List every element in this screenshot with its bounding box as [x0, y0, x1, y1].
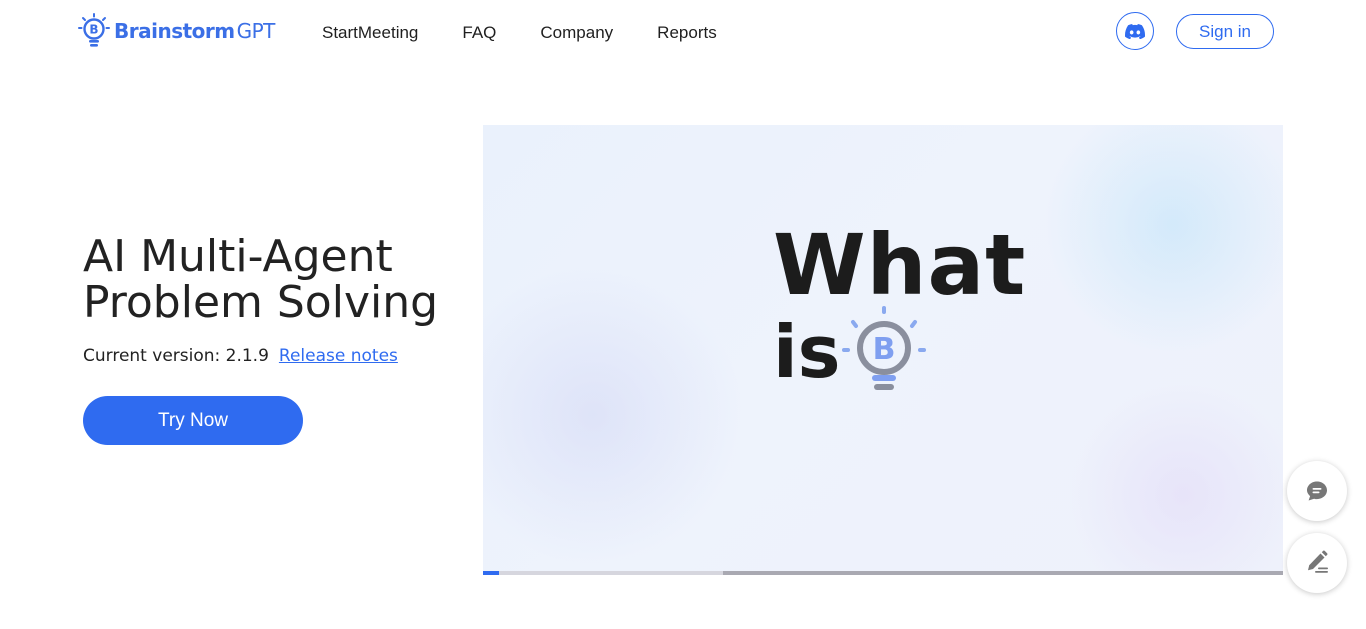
nav-item-company[interactable]: Company — [540, 22, 613, 44]
brand-name: Brainstorm — [114, 19, 235, 43]
brand-suffix: GPT — [236, 19, 276, 43]
intro-video-player[interactable]: What is B — [483, 125, 1283, 575]
video-buffer-indicator — [483, 571, 723, 575]
video-bg-blob — [1063, 385, 1283, 575]
brand-wordmark: Brainstorm GPT — [114, 19, 275, 43]
nav-item-faq[interactable]: FAQ — [462, 22, 496, 44]
chat-bubble-icon — [1307, 481, 1327, 501]
chat-support-button[interactable] — [1287, 461, 1347, 521]
lightbulb-b-logo-icon: B — [78, 13, 110, 49]
discord-icon — [1125, 23, 1145, 39]
svg-text:B: B — [873, 332, 896, 367]
hero-title-line1: AI Multi-Agent — [83, 231, 393, 282]
sign-in-button[interactable]: Sign in — [1176, 14, 1274, 49]
video-played-indicator — [483, 571, 499, 575]
video-progress-bar[interactable] — [483, 571, 1283, 575]
top-header: B Brainstorm GPT StartMeeting FAQ Company… — [0, 0, 1366, 66]
svg-text:B: B — [89, 23, 98, 37]
pencil-icon — [1308, 550, 1328, 573]
hero-title-line2: Problem Solving — [83, 277, 439, 328]
discord-button[interactable] — [1116, 12, 1154, 50]
version-line: Current version: 2.1.9 Release notes — [83, 346, 398, 366]
brand-logo[interactable]: B Brainstorm GPT — [78, 12, 275, 50]
video-bg-blob — [1043, 125, 1283, 355]
main-nav: StartMeeting FAQ Company Reports — [322, 22, 761, 44]
feedback-button[interactable] — [1287, 533, 1347, 593]
video-bg-blob — [483, 265, 743, 565]
hero-title: AI Multi-Agent Problem Solving — [83, 234, 463, 326]
release-notes-link[interactable]: Release notes — [279, 346, 398, 366]
try-now-button[interactable]: Try Now — [83, 396, 303, 445]
nav-item-startmeeting[interactable]: StartMeeting — [322, 22, 418, 44]
brainstorm-bulb-icon: B — [841, 303, 927, 393]
current-version-text: Current version: 2.1.9 — [83, 346, 269, 366]
video-headline-is: is — [773, 310, 841, 394]
nav-item-reports[interactable]: Reports — [657, 22, 717, 44]
video-headline-what: What — [773, 216, 1027, 314]
